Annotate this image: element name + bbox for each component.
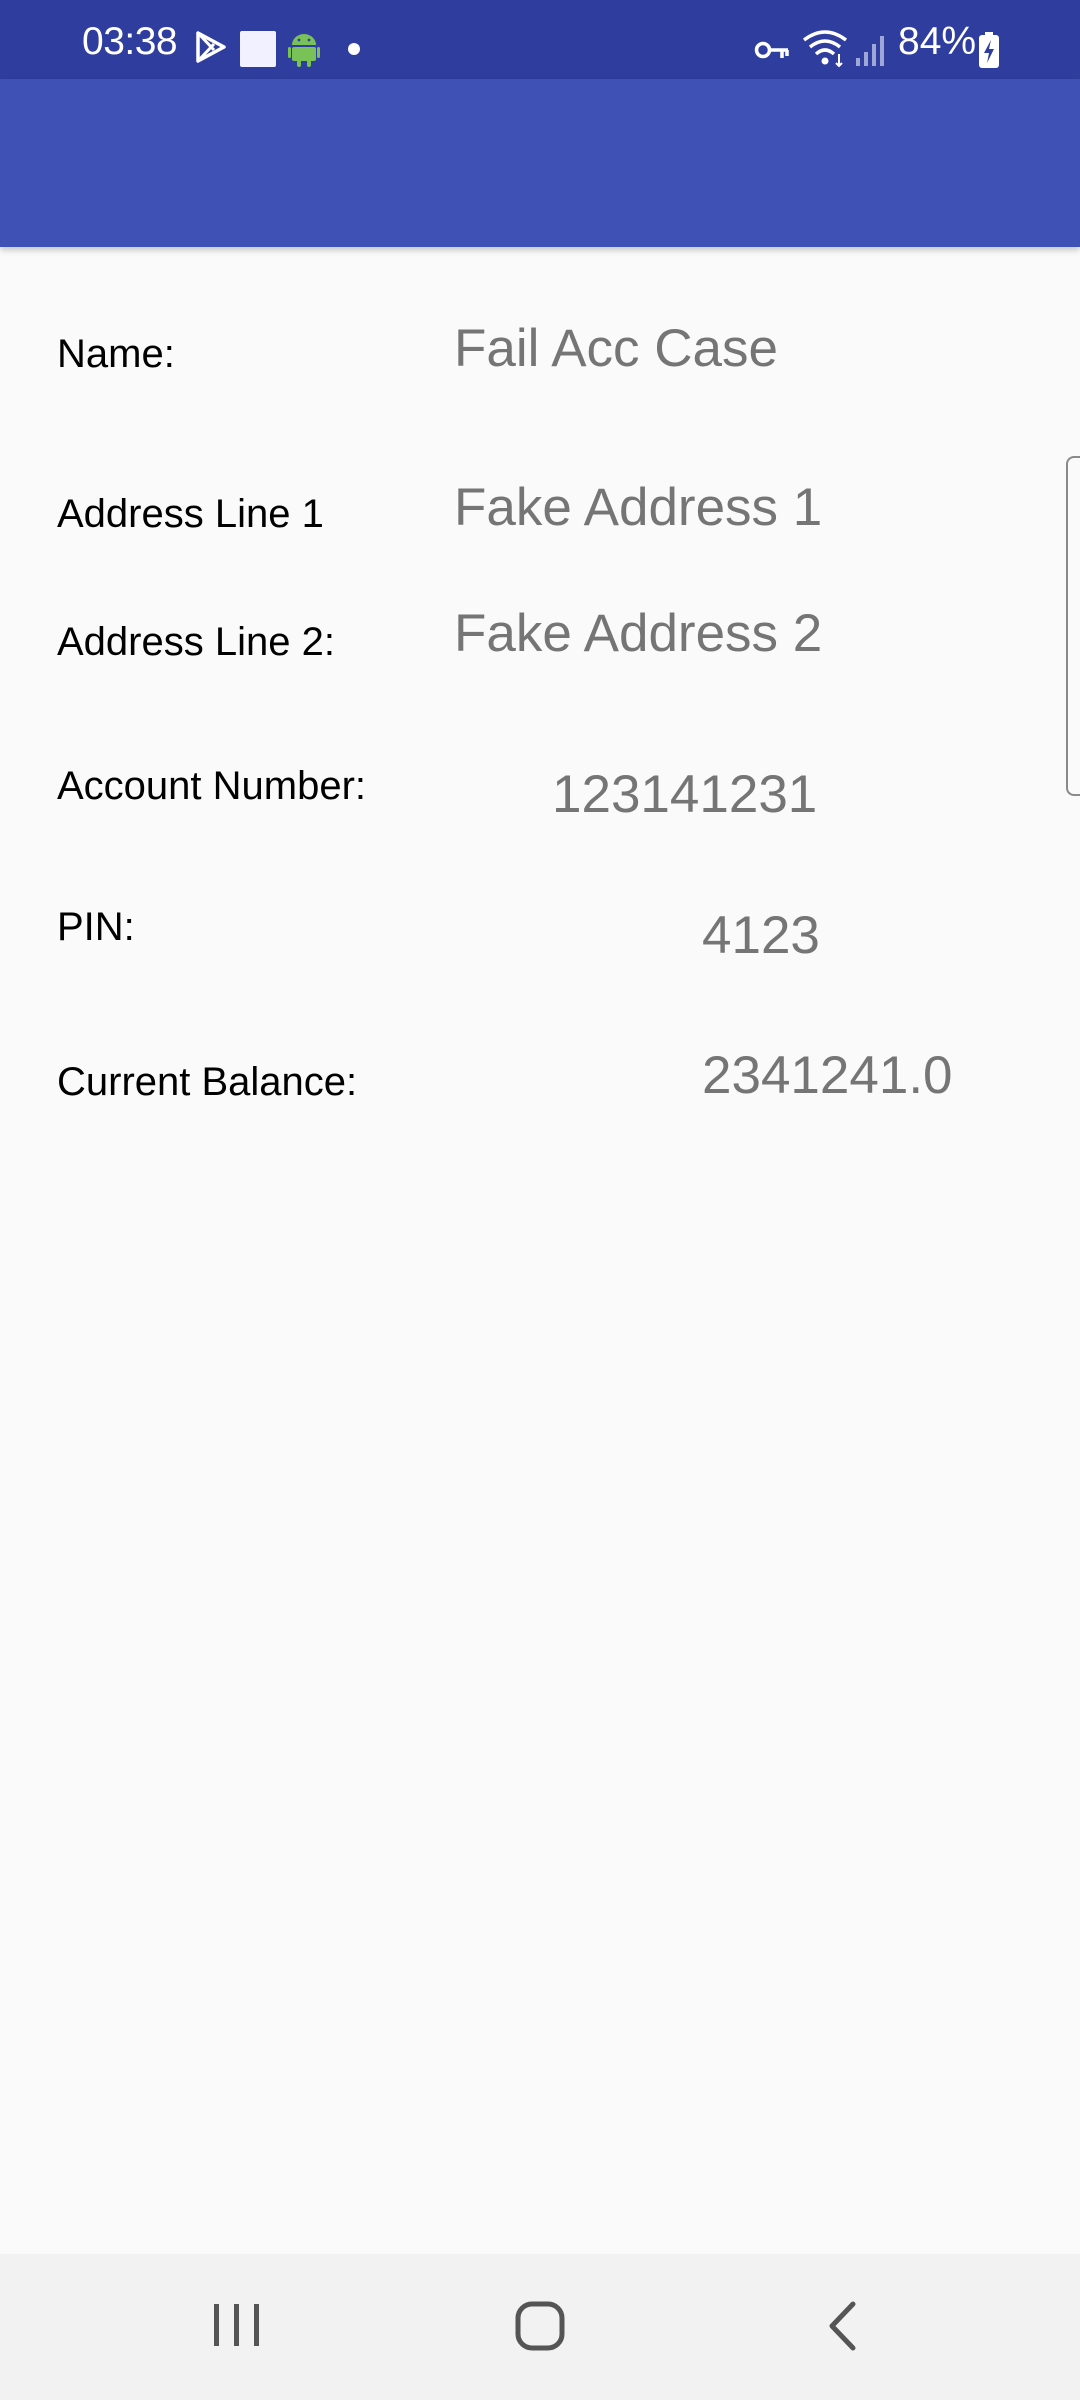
play-store-icon: [196, 31, 226, 63]
recent-apps-button[interactable]: [146, 2254, 326, 2400]
recent-apps-icon: [214, 2304, 259, 2346]
pin-label: PIN:: [57, 905, 135, 949]
home-icon: [515, 2301, 565, 2351]
account-number-field[interactable]: 123141231: [552, 768, 817, 821]
address-line-1-label: Address Line 1: [57, 492, 324, 536]
address-line-2-label: Address Line 2:: [57, 620, 335, 664]
account-number-label: Account Number:: [57, 764, 367, 808]
navigation-bar: [0, 2254, 1080, 2400]
current-balance-label: Current Balance:: [57, 1060, 358, 1104]
home-button[interactable]: [450, 2254, 630, 2400]
battery-percent: 84%: [898, 20, 977, 63]
app-bar: [0, 79, 1080, 247]
android-icon: [288, 34, 320, 67]
current-balance-field[interactable]: 2341241.0: [702, 1049, 953, 1102]
dot-icon: [348, 43, 360, 55]
pin-field[interactable]: 4123: [702, 909, 820, 962]
wifi-icon: [802, 30, 848, 68]
address-line-1-field[interactable]: Fake Address 1: [454, 481, 822, 534]
edge-panel-handle[interactable]: [1066, 456, 1080, 796]
status-time: 03:38: [82, 20, 178, 63]
battery-charging-icon: [979, 32, 999, 68]
address-line-2-field[interactable]: Fake Address 2: [454, 607, 822, 660]
back-button[interactable]: [750, 2254, 930, 2400]
vpn-key-icon: [754, 41, 789, 59]
name-label: Name:: [57, 332, 175, 376]
signal-icon: [856, 36, 884, 66]
status-bar: 03:38 84%: [0, 0, 1080, 79]
square-notification-icon: [240, 31, 276, 67]
screen: 03:38 84% Name: Fail Acc Case Address Li…: [0, 0, 1080, 2400]
back-icon: [829, 2301, 856, 2351]
name-field[interactable]: Fail Acc Case: [454, 322, 778, 375]
